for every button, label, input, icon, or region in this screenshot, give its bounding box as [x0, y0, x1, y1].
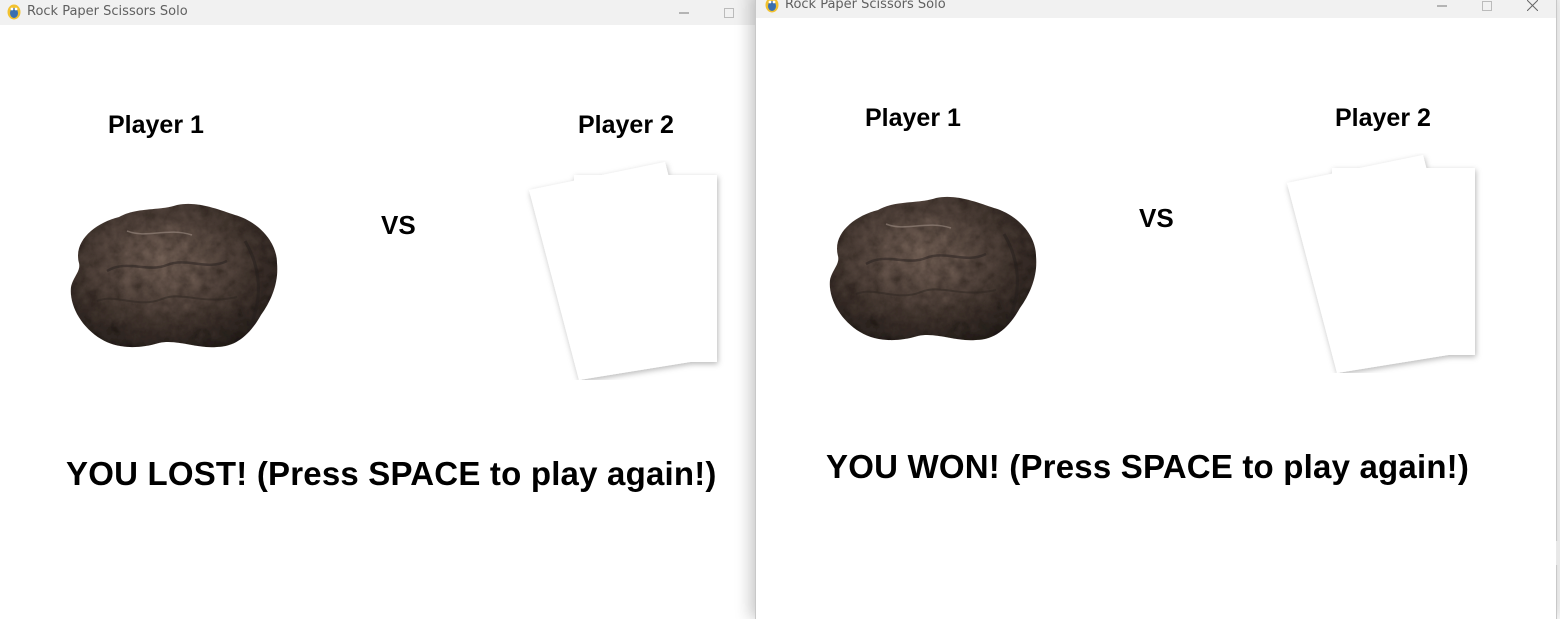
- paper-icon: [529, 162, 717, 380]
- minimize-icon: [679, 12, 689, 13]
- player2-label: Player 2: [578, 111, 674, 139]
- game-window-right: Rock Paper Scissors Solo Player 1 Player…: [755, 0, 1557, 619]
- vs-label: VS: [1139, 203, 1174, 233]
- player1-label: Player 1: [108, 111, 204, 139]
- window-title: Rock Paper Scissors Solo: [785, 0, 946, 12]
- player2-label: Player 2: [1335, 104, 1431, 132]
- pygame-snake-icon: [7, 4, 21, 20]
- maximize-icon: [1482, 0, 1492, 11]
- minimize-icon: [1437, 5, 1447, 6]
- close-button[interactable]: [1509, 0, 1555, 18]
- result-message: YOU LOST! (Press SPACE to play again!): [66, 455, 717, 492]
- close-icon: [1526, 0, 1538, 11]
- maximize-icon: [724, 7, 734, 18]
- title-bar[interactable]: Rock Paper Scissors Solo: [756, 0, 1556, 18]
- paper-icon: [1287, 155, 1475, 373]
- window-title: Rock Paper Scissors Solo: [27, 4, 188, 19]
- game-canvas[interactable]: Player 1 Player 2 VS YOU LOST! (Press SP…: [0, 25, 756, 619]
- minimize-button[interactable]: [661, 0, 707, 25]
- rock-icon: [70, 203, 278, 348]
- game-window-left: Rock Paper Scissors Solo Player 1 Player…: [0, 0, 756, 619]
- vs-label: VS: [381, 210, 416, 240]
- minimize-button[interactable]: [1419, 0, 1465, 18]
- background-window-edge: [1556, 541, 1560, 565]
- title-bar[interactable]: Rock Paper Scissors Solo: [0, 0, 756, 25]
- result-message: YOU WON! (Press SPACE to play again!): [826, 448, 1470, 485]
- player1-label: Player 1: [865, 104, 961, 132]
- pygame-snake-icon: [765, 0, 779, 13]
- game-canvas[interactable]: Player 1 Player 2 VS YOU WON! (Press SPA…: [756, 18, 1556, 619]
- maximize-button[interactable]: [1464, 0, 1510, 18]
- rock-icon: [829, 196, 1037, 341]
- maximize-button[interactable]: [706, 0, 752, 25]
